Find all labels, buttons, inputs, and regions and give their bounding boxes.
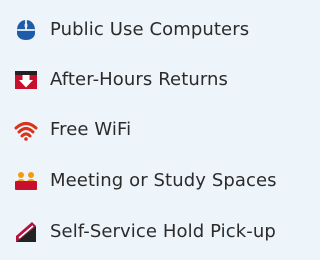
people-icon [12, 167, 40, 195]
amenity-item-after-hours-returns: After-Hours Returns [0, 62, 228, 98]
amenity-item-free-wifi: Free WiFi [0, 112, 131, 148]
hold-pickup-icon [12, 218, 40, 246]
amenity-label: Meeting or Study Spaces [50, 170, 277, 191]
amenity-item-public-use-computers: Public Use Computers [0, 12, 249, 48]
amenity-item-self-service-hold-pickup: Self-Service Hold Pick-up [0, 214, 276, 250]
amenity-label: Public Use Computers [50, 19, 250, 40]
mouse-icon [12, 16, 40, 44]
wifi-icon [12, 116, 40, 144]
amenity-label: Self-Service Hold Pick-up [50, 221, 276, 242]
amenity-label: Free WiFi [50, 119, 132, 140]
book-drop-icon [12, 66, 40, 94]
amenity-label: After-Hours Returns [50, 69, 229, 90]
amenity-item-meeting-study-spaces: Meeting or Study Spaces [0, 163, 277, 199]
amenity-list: Public Use Computers After-Hours Returns… [0, 0, 318, 260]
